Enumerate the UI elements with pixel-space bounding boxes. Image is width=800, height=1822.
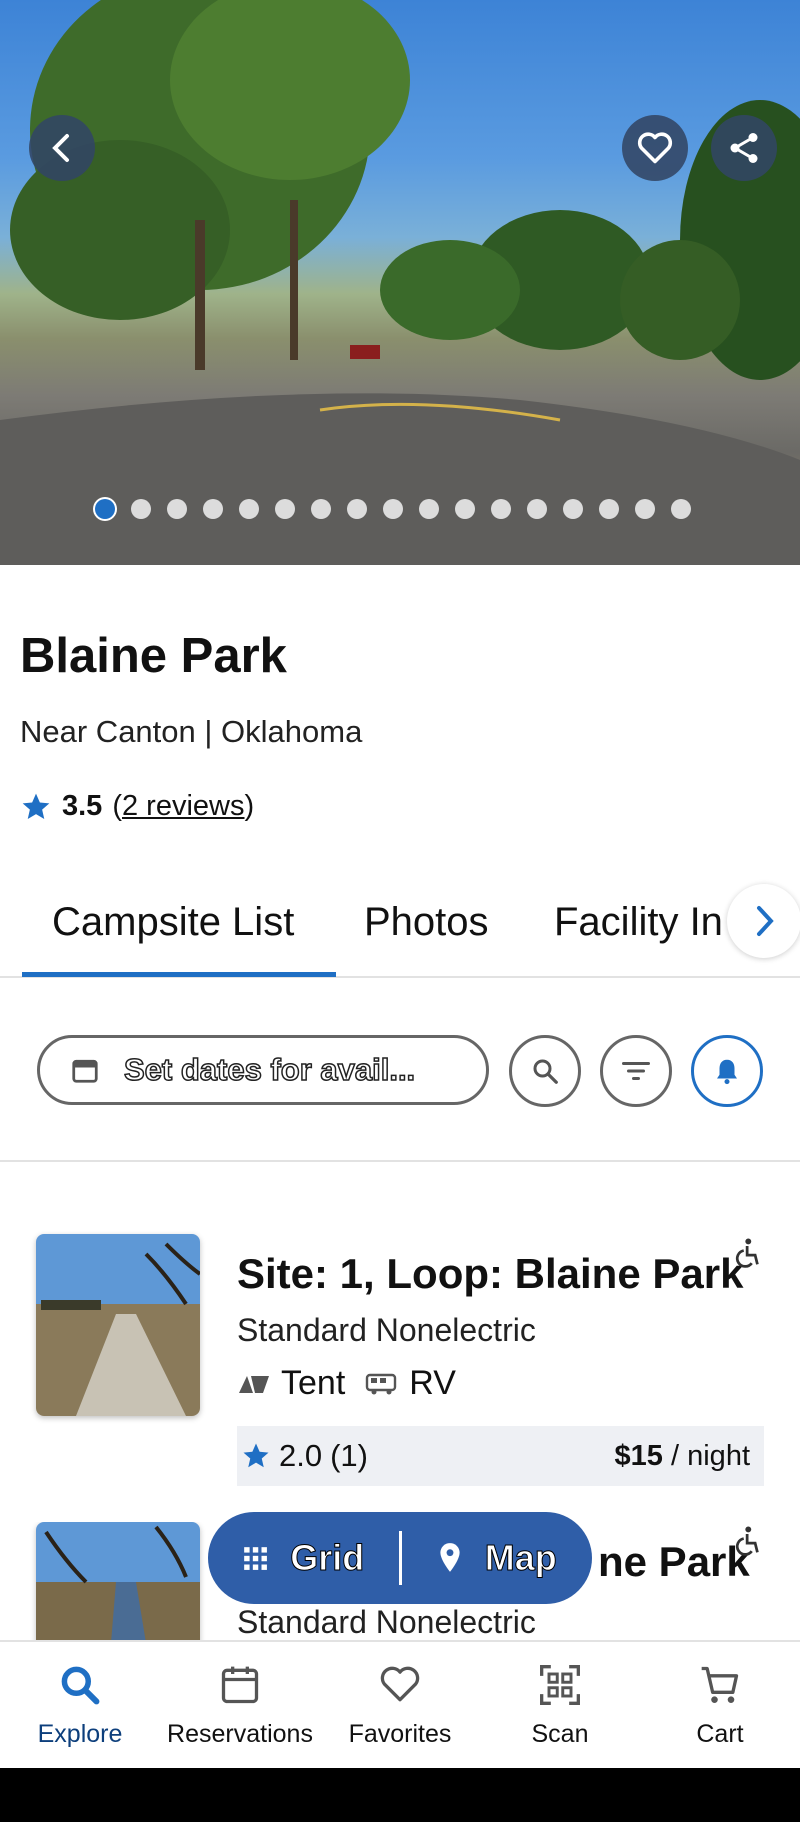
campsite-rating-value: 2.0 <box>279 1438 323 1473</box>
nav-scan[interactable]: Scan <box>480 1660 640 1749</box>
tabs-scroll-right-button[interactable] <box>727 884 800 958</box>
date-placeholder: Set dates for avail... <box>123 1051 416 1088</box>
campsite-thumbnail[interactable] <box>36 1234 200 1416</box>
nav-explore-label: Explore <box>37 1720 123 1748</box>
map-pin-icon <box>440 1543 460 1572</box>
nav-cart[interactable]: Cart <box>640 1660 800 1749</box>
active-tab-indicator <box>22 972 336 977</box>
share-icon <box>730 133 758 163</box>
carousel-dot[interactable] <box>167 499 187 519</box>
carousel-dot[interactable] <box>419 499 439 519</box>
campsite-type: Standard Nonelectric <box>237 1604 536 1640</box>
tab-bar: Campsite List Photos Facility In <box>0 878 800 978</box>
nav-reservations[interactable]: Reservations <box>160 1660 320 1749</box>
nav-favorites[interactable]: Favorites <box>320 1660 480 1749</box>
filter-icon <box>622 1062 650 1080</box>
star-icon <box>243 1443 269 1468</box>
hero-image[interactable] <box>0 0 800 565</box>
page-title: Blaine Park <box>20 629 287 683</box>
map-label: Map <box>484 1537 557 1579</box>
back-button[interactable] <box>29 115 95 181</box>
qr-scan-icon <box>540 1665 580 1705</box>
bell-icon <box>717 1059 737 1085</box>
nav-scan-label: Scan <box>531 1720 589 1748</box>
campsite-type: Standard Nonelectric <box>237 1312 536 1348</box>
filter-button[interactable] <box>600 1035 672 1107</box>
heart-icon <box>380 1666 420 1702</box>
campsite-title[interactable]: Site: 1, Loop: Blaine Park <box>237 1250 743 1298</box>
carousel-dots[interactable] <box>95 499 691 519</box>
paren-open: ( <box>112 790 122 822</box>
campsite-rating-count: (1) <box>330 1438 368 1473</box>
view-toggle: Grid Map <box>208 1512 592 1604</box>
carousel-dot[interactable] <box>311 499 331 519</box>
map-view-button[interactable]: Map <box>402 1537 593 1579</box>
search-icon <box>61 1666 100 1705</box>
nav-cart-label: Cart <box>696 1720 744 1748</box>
amenity-rv: RV <box>409 1364 456 1402</box>
carousel-dot[interactable] <box>563 499 583 519</box>
carousel-dot[interactable] <box>383 499 403 519</box>
campsite-rating: 2.0 (1) <box>241 1438 368 1474</box>
price-amount: $15 <box>614 1439 663 1472</box>
park-location: Near Canton | Oklahoma <box>20 714 363 749</box>
chevron-left-icon <box>52 134 69 162</box>
search-icon <box>533 1059 558 1084</box>
availability-alert-button[interactable] <box>691 1035 763 1107</box>
rv-icon <box>366 1373 397 1394</box>
campsite-thumbnail[interactable] <box>36 1522 200 1640</box>
carousel-dot[interactable] <box>131 499 151 519</box>
carousel-dot[interactable] <box>95 499 115 519</box>
campsite-price: $15 / night <box>615 1440 750 1473</box>
heart-icon <box>637 132 673 164</box>
rating-value: 3.5 <box>62 790 103 822</box>
amenity-tent: Tent <box>281 1364 346 1402</box>
carousel-dot[interactable] <box>455 499 475 519</box>
carousel-dot[interactable] <box>347 499 367 519</box>
nav-favorites-label: Favorites <box>348 1720 452 1748</box>
carousel-dot[interactable] <box>527 499 547 519</box>
reviews-link[interactable]: 2 reviews <box>122 790 245 822</box>
grid-view-button[interactable]: Grid <box>208 1537 399 1579</box>
tab-campsite-list[interactable]: Campsite List <box>52 900 294 945</box>
system-navigation-bar <box>0 1768 800 1822</box>
tent-icon <box>239 1375 269 1393</box>
search-button[interactable] <box>509 1035 581 1107</box>
price-unit: / night <box>671 1439 750 1472</box>
grid-icon <box>244 1547 268 1570</box>
campsite-amenities: Tent RV <box>237 1364 456 1403</box>
cart-icon <box>701 1666 739 1703</box>
tab-facility-info[interactable]: Facility In <box>554 900 734 945</box>
star-icon <box>22 793 50 819</box>
carousel-dot[interactable] <box>671 499 691 519</box>
accessible-icon <box>735 1238 759 1268</box>
park-rating: 3.5 (2 reviews) <box>20 790 254 823</box>
campsite-title[interactable]: ne Park <box>598 1538 750 1586</box>
share-button[interactable] <box>711 115 777 181</box>
carousel-dot[interactable] <box>491 499 511 519</box>
chevron-right-icon <box>757 906 774 936</box>
filter-bar: Set dates for avail... <box>0 1000 800 1162</box>
carousel-dot[interactable] <box>635 499 655 519</box>
date-picker-button[interactable]: Set dates for avail... <box>37 1035 489 1105</box>
calendar-icon <box>72 1059 98 1083</box>
campsite-price-bar: 2.0 (1) $15 / night <box>237 1426 764 1486</box>
nav-reservations-label: Reservations <box>167 1720 313 1748</box>
tab-photos[interactable]: Photos <box>364 900 489 945</box>
favorite-button[interactable] <box>622 115 688 181</box>
nav-explore[interactable]: Explore <box>0 1660 160 1749</box>
accessible-icon <box>735 1526 759 1556</box>
carousel-dot[interactable] <box>599 499 619 519</box>
bottom-navigation: Explore Reservations Favorites Scan Cart <box>0 1640 800 1768</box>
carousel-dot[interactable] <box>239 499 259 519</box>
grid-label: Grid <box>290 1537 365 1579</box>
calendar-icon <box>221 1666 259 1704</box>
carousel-dot[interactable] <box>203 499 223 519</box>
carousel-dot[interactable] <box>275 499 295 519</box>
paren-close: ) <box>244 790 255 822</box>
